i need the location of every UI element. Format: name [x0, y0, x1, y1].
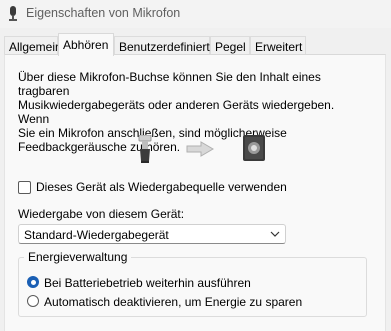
keep-running-label[interactable]: Bei Batteriebetrieb weiterhin ausführen [44, 276, 251, 290]
arrow-right-icon [186, 141, 214, 157]
tab-erweitert[interactable]: Erweitert [250, 36, 306, 55]
tab-bar: Allgemein Abhören Benutzerdefiniert Pege… [0, 33, 391, 56]
title-bar: Eigenschaften von Mikrofon [0, 0, 391, 28]
playback-device-label: Wiedergabe von diesem Gerät: [18, 207, 185, 221]
microphone-icon [9, 6, 17, 21]
tab-abhoeren[interactable]: Abhören [58, 33, 114, 56]
auto-disable-label[interactable]: Automatisch deaktivieren, um Energie zu … [44, 295, 302, 309]
speaker-device-icon [243, 135, 265, 161]
playback-source-checkbox[interactable] [18, 181, 31, 194]
window-title: Eigenschaften von Mikrofon [26, 6, 181, 20]
power-management-legend: Energieverwaltung [24, 250, 132, 264]
tab-benutzerdefiniert[interactable]: Benutzerdefiniert [114, 36, 210, 55]
auto-disable-radio[interactable] [27, 295, 39, 307]
chevron-down-icon [270, 231, 280, 237]
playback-device-select[interactable]: Standard-Wiedergabegerät [18, 224, 286, 244]
tab-pegel[interactable]: Pegel [210, 36, 250, 55]
microphone-device-icon [138, 135, 152, 163]
tab-allgemein[interactable]: Allgemein [4, 36, 62, 55]
playback-source-label[interactable]: Dieses Gerät als Wiedergabequelle verwen… [36, 180, 287, 194]
playback-device-value: Standard-Wiedergabegerät [24, 228, 169, 242]
keep-running-radio[interactable] [27, 276, 39, 288]
